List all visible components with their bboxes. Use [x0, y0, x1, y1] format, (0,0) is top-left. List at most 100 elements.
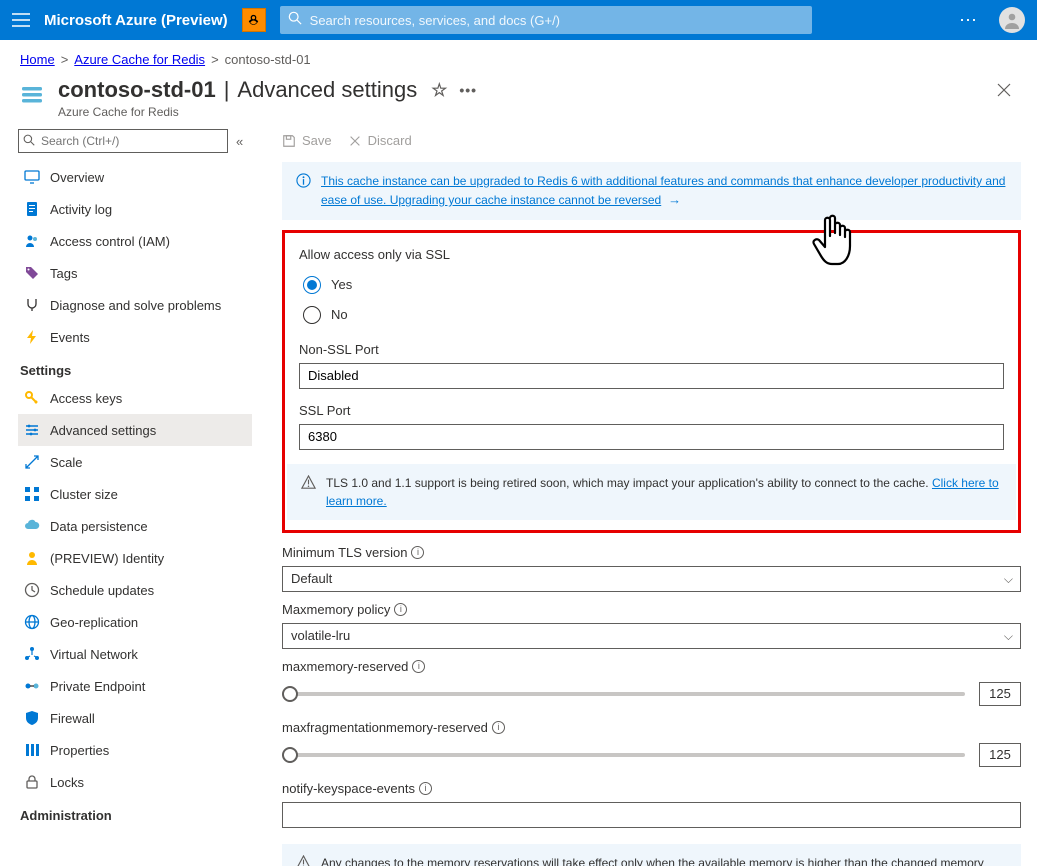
maxmemory-policy-select[interactable]: volatile-lru	[282, 623, 1021, 649]
breadcrumb-home[interactable]: Home	[20, 52, 55, 67]
notify-keyspace-label: notify-keyspace-eventsi	[282, 781, 1021, 796]
sliders-icon	[24, 422, 40, 438]
sidebar-item-events[interactable]: Events	[18, 321, 252, 353]
sidebar-item-private-endpoint[interactable]: Private Endpoint	[18, 670, 252, 702]
sidebar-item-access-control[interactable]: Access control (IAM)	[18, 225, 252, 257]
page-title-row: contoso-std-01 | Advanced settings ☆ •••…	[0, 73, 1037, 121]
monitor-icon	[24, 169, 40, 185]
tag-icon	[24, 265, 40, 281]
sidebar-item-firewall[interactable]: Firewall	[18, 702, 252, 734]
top-header: Microsoft Azure (Preview) ⋯	[0, 0, 1037, 40]
lock-icon	[24, 774, 40, 790]
resource-name: contoso-std-01	[58, 77, 216, 103]
endpoint-icon	[24, 678, 40, 694]
sidebar-item-access-keys[interactable]: Access keys	[18, 382, 252, 414]
sidebar-item-identity[interactable]: (PREVIEW) Identity	[18, 542, 252, 574]
scale-icon	[24, 454, 40, 470]
sidebar-search-input[interactable]	[18, 129, 228, 153]
info-hint-icon[interactable]: i	[394, 603, 407, 616]
breadcrumb-level1[interactable]: Azure Cache for Redis	[74, 52, 205, 67]
tls-warning-banner: TLS 1.0 and 1.1 support is being retired…	[287, 464, 1016, 520]
lightning-icon	[24, 329, 40, 345]
key-icon	[24, 390, 40, 406]
upgrade-link[interactable]: This cache instance can be upgraded to R…	[321, 174, 1005, 207]
ssl-highlight-box: Allow access only via SSL Yes No Non-SSL…	[282, 230, 1021, 533]
sidebar-item-scale[interactable]: Scale	[18, 446, 252, 478]
info-hint-icon[interactable]: i	[419, 782, 432, 795]
main-panel: Save Discard This cache instance can be …	[258, 121, 1037, 866]
maxfrag-reserved-label: maxfragmentationmemory-reservedi	[282, 720, 1021, 735]
warning-icon	[296, 855, 311, 866]
info-hint-icon[interactable]: i	[492, 721, 505, 734]
warning-icon	[301, 475, 316, 510]
cloud-icon	[24, 518, 40, 534]
sidebar-item-overview[interactable]: Overview	[18, 161, 252, 193]
ssl-port-input[interactable]	[299, 424, 1004, 450]
hamburger-icon[interactable]	[12, 13, 30, 27]
sidebar-search-icon	[23, 134, 35, 149]
people-icon	[24, 233, 40, 249]
maxfrag-reserved-slider[interactable]	[282, 753, 965, 757]
maxmemory-reserved-value[interactable]: 125	[979, 682, 1021, 706]
cluster-icon	[24, 486, 40, 502]
radio-unchecked-icon	[303, 306, 321, 324]
ssl-yes-radio[interactable]: Yes	[303, 276, 1004, 294]
notify-keyspace-input[interactable]	[282, 802, 1021, 828]
sidebar-item-diagnose[interactable]: Diagnose and solve problems	[18, 289, 252, 321]
sidebar-item-properties[interactable]: Properties	[18, 734, 252, 766]
toolbar: Save Discard	[282, 129, 1021, 162]
clock-icon	[24, 582, 40, 598]
min-tls-label: Minimum TLS versioni	[282, 545, 1021, 560]
info-hint-icon[interactable]: i	[411, 546, 424, 559]
info-icon	[296, 173, 311, 210]
network-icon	[24, 646, 40, 662]
ssl-no-radio[interactable]: No	[303, 306, 1004, 324]
globe-icon	[24, 614, 40, 630]
breadcrumb: Home > Azure Cache for Redis > contoso-s…	[0, 40, 1037, 73]
radio-checked-icon	[303, 276, 321, 294]
sidebar-item-tags[interactable]: Tags	[18, 257, 252, 289]
sidebar-item-activity-log[interactable]: Activity log	[18, 193, 252, 225]
identity-icon	[24, 550, 40, 566]
brand-label: Microsoft Azure (Preview)	[44, 12, 228, 29]
sidebar-item-cluster-size[interactable]: Cluster size	[18, 478, 252, 510]
maxmemory-policy-label: Maxmemory policyi	[282, 602, 1021, 617]
ssl-access-label: Allow access only via SSL	[299, 247, 1004, 262]
resource-icon	[18, 81, 46, 109]
upgrade-banner: This cache instance can be upgraded to R…	[282, 162, 1021, 220]
sidebar-section-admin: Administration	[18, 798, 252, 827]
maxfrag-reserved-value[interactable]: 125	[979, 743, 1021, 767]
sidebar-item-data-persistence[interactable]: Data persistence	[18, 510, 252, 542]
sidebar-item-schedule-updates[interactable]: Schedule updates	[18, 574, 252, 606]
properties-icon	[24, 742, 40, 758]
sidebar: « Overview Activity log Access control (…	[0, 121, 258, 866]
save-button[interactable]: Save	[282, 133, 332, 148]
sidebar-item-virtual-network[interactable]: Virtual Network	[18, 638, 252, 670]
favorite-icon[interactable]: ☆	[431, 80, 447, 101]
shield-icon	[24, 710, 40, 726]
user-avatar[interactable]	[999, 7, 1025, 33]
collapse-sidebar-icon[interactable]: «	[236, 134, 243, 149]
resource-type-label: Azure Cache for Redis	[58, 103, 477, 119]
preview-badge[interactable]	[242, 8, 266, 32]
info-hint-icon[interactable]: i	[412, 660, 425, 673]
ssl-port-label: SSL Port	[299, 403, 1004, 418]
diagnose-icon	[24, 297, 40, 313]
min-tls-select[interactable]: Default	[282, 566, 1021, 592]
more-actions-icon[interactable]: •••	[459, 82, 477, 98]
close-button[interactable]	[991, 77, 1017, 108]
global-search-input[interactable]	[280, 6, 812, 34]
sidebar-section-settings: Settings	[18, 353, 252, 382]
discard-button[interactable]: Discard	[348, 133, 412, 148]
sidebar-item-advanced-settings[interactable]: Advanced settings	[18, 414, 252, 446]
breadcrumb-level2: contoso-std-01	[225, 52, 311, 67]
sidebar-item-locks[interactable]: Locks	[18, 766, 252, 798]
nonssl-port-label: Non-SSL Port	[299, 342, 1004, 357]
nonssl-port-input[interactable]	[299, 363, 1004, 389]
maxmemory-reserved-slider[interactable]	[282, 692, 965, 696]
sidebar-item-geo-replication[interactable]: Geo-replication	[18, 606, 252, 638]
arrow-icon: →	[665, 192, 682, 207]
more-icon[interactable]: ⋯	[959, 10, 979, 31]
maxmemory-reserved-label: maxmemory-reservedi	[282, 659, 1021, 674]
log-icon	[24, 201, 40, 217]
